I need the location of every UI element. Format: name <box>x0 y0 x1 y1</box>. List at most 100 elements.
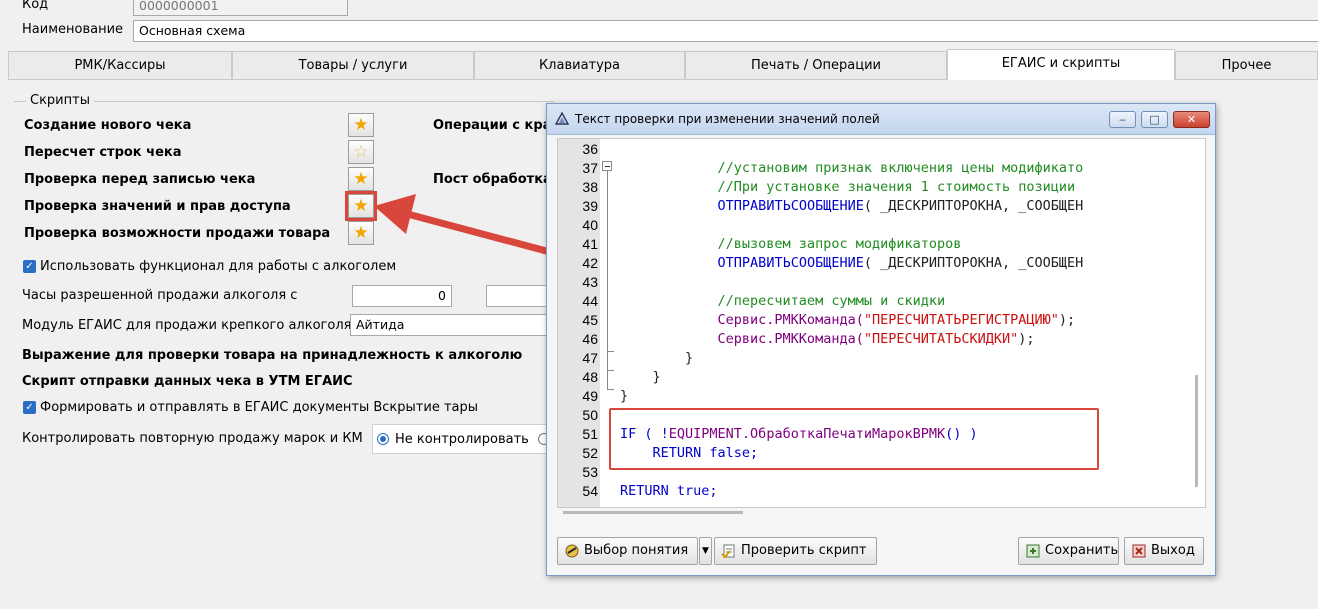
save-label: Сохранить <box>1045 543 1119 558</box>
line-number: 50 <box>582 407 598 423</box>
code-line: 54 RETURN true; <box>558 482 1198 501</box>
code-line: 48 } <box>558 368 1198 387</box>
code-line: 44 //пересчитаем суммы и скидки <box>558 292 1198 311</box>
line-number: 52 <box>582 445 598 461</box>
code-text: ОТПРАВИТЬСООБЩЕНИЕ( _ДЕСКРИПТОРОКНА, _СО… <box>620 254 1084 273</box>
line-number: 44 <box>582 293 598 309</box>
dialog-titlebar[interactable]: Текст проверки при изменении значений по… <box>547 104 1215 135</box>
control-resale-label: Контролировать повторную продажу марок и… <box>22 431 363 446</box>
code-token: ( _ДЕСКРИПТОРОКНА, _СООБЩЕН <box>863 198 1084 214</box>
fold-marker-icon[interactable] <box>602 161 612 171</box>
script-before-write-button[interactable]: ★ <box>348 167 374 191</box>
code-text: //пересчитаем суммы и скидки <box>620 292 946 311</box>
fold-end <box>607 351 614 352</box>
code-token: ( _ДЕСКРИПТОРОКНА, _СООБЩЕН <box>863 255 1084 271</box>
choose-concept-dropdown[interactable]: ▼ <box>699 537 712 565</box>
code-line: 39 ОТПРАВИТЬСООБЩЕНИЕ( _ДЕСКРИПТОРОКНА, … <box>558 197 1198 216</box>
line-number: 36 <box>582 141 598 157</box>
code-token: ); <box>1058 312 1076 328</box>
line-number: 48 <box>582 369 598 385</box>
exit-icon <box>1132 544 1146 557</box>
code-token: "ПЕРЕСЧИТАТЬРЕГИСТРАЦИЮ" <box>863 312 1059 328</box>
script-label-new-check: Создание нового чека <box>24 118 192 133</box>
code-text: } <box>620 387 628 406</box>
name-label: Наименование <box>22 22 124 37</box>
form-docs-label: Формировать и отправлять в ЕГАИС докумен… <box>40 400 479 415</box>
line-number: 41 <box>582 236 598 252</box>
line-number: 40 <box>582 217 598 233</box>
tab-rmk-cashiers[interactable]: РМК/Кассиры <box>8 51 232 79</box>
fold-end <box>607 370 614 371</box>
tab-other[interactable]: Прочее <box>1175 51 1318 79</box>
utm-send-script-label: Скрипт отправки данных чека в УТМ ЕГАИС <box>22 374 353 389</box>
maximize-button[interactable]: □ <box>1141 111 1168 128</box>
code-line: 45 Сервис.РМККоманда("ПЕРЕСЧИТАТЬРЕГИСТР… <box>558 311 1198 330</box>
exit-label: Выход <box>1151 543 1195 558</box>
code-text: RETURN true; <box>620 482 718 501</box>
minimize-button[interactable]: ‒ <box>1109 111 1136 128</box>
egais-module-label: Модуль ЕГАИС для продажи крепкого алкого… <box>22 318 352 333</box>
tab-goods-services[interactable]: Товары / услуги <box>232 51 474 79</box>
tab-keyboard[interactable]: Клавиатура <box>474 51 685 79</box>
use-alcohol-label: Использовать функционал для работы с алк… <box>40 259 397 274</box>
code-token: } <box>620 369 661 385</box>
name-field[interactable]: Основная схема <box>133 20 1318 42</box>
close-button[interactable]: ✕ <box>1173 111 1210 128</box>
star-icon: ★ <box>353 169 369 189</box>
script-editor-dialog: Текст проверки при изменении значений по… <box>546 103 1216 576</box>
script-recalc-lines-button[interactable]: ☆ <box>348 140 374 164</box>
code-token: RETURN true; <box>620 483 718 499</box>
code-token: ОТПРАВИТЬСООБЩЕНИЕ <box>717 198 864 214</box>
alcohol-hours-label: Часы разрешенной продажи алкоголя с <box>22 288 298 303</box>
exit-button[interactable]: Выход <box>1124 537 1204 565</box>
line-number: 49 <box>582 388 598 404</box>
alcohol-hours-from-input[interactable]: 0 <box>352 285 452 307</box>
dialog-title: Текст проверки при изменении значений по… <box>575 112 880 126</box>
code-label: Код <box>22 0 49 12</box>
code-token: } <box>620 388 629 404</box>
choose-concept-button[interactable]: Выбор понятия <box>557 537 698 565</box>
code-line: 36 <box>558 140 1198 159</box>
code-token: //пересчитаем суммы и скидки <box>620 293 946 309</box>
code-line: 46 Сервис.РМККоманда("ПЕРЕСЧИТАТЬСКИДКИ"… <box>558 330 1198 349</box>
horizontal-scrollbar[interactable] <box>563 511 743 514</box>
script-label-post-processing: Пост обработка <box>433 172 552 187</box>
line-number: 42 <box>582 255 598 271</box>
code-text: ОТПРАВИТЬСООБЩЕНИЕ( _ДЕСКРИПТОРОКНА, _СО… <box>620 197 1084 216</box>
code-line: 41 //вызовем запрос модификаторов <box>558 235 1198 254</box>
check-script-icon <box>721 544 735 558</box>
concept-icon <box>565 544 579 557</box>
code-field[interactable]: 0000000001 <box>133 0 348 16</box>
code-token: //При установке значения 1 стоимость поз… <box>620 179 1084 195</box>
code-line: 38 //При установке значения 1 стоимость … <box>558 178 1198 197</box>
tab-egais-scripts[interactable]: ЕГАИС и скрипты <box>947 49 1175 80</box>
line-number: 53 <box>582 464 598 480</box>
tab-print-operations[interactable]: Печать / Операции <box>685 51 947 79</box>
script-label-recalc-lines: Пересчет строк чека <box>24 145 182 160</box>
fold-end <box>607 389 614 390</box>
code-text: Сервис.РМККоманда("ПЕРЕСЧИТАТЬСКИДКИ"); <box>620 330 1035 349</box>
script-label-before-write: Проверка перед записью чека <box>24 172 256 187</box>
code-text: } <box>620 368 661 387</box>
vertical-scrollbar[interactable] <box>1195 375 1198 487</box>
highlight-box <box>609 408 1099 470</box>
code-line: 37 //установим признак включения цены мо… <box>558 159 1198 178</box>
line-number: 54 <box>582 483 598 499</box>
save-button[interactable]: Сохранить <box>1018 537 1119 565</box>
script-label-operations: Операции с кра <box>433 118 552 133</box>
tab-bar: РМК/Кассиры Товары / услуги Клавиатура П… <box>8 49 1318 80</box>
code-token: //установим признак включения цены модиф… <box>620 160 1084 176</box>
line-number: 37 <box>582 160 598 176</box>
code-line: 43 <box>558 273 1198 292</box>
code-line: 42 ОТПРАВИТЬСООБЩЕНИЕ( _ДЕСКРИПТОРОКНА, … <box>558 254 1198 273</box>
alcohol-expr-label: Выражение для проверки товара на принадл… <box>22 348 523 363</box>
egais-module-select[interactable]: Айтида <box>350 314 555 336</box>
scripts-group-title: Скрипты <box>26 93 94 108</box>
script-new-check-button[interactable]: ★ <box>348 113 374 137</box>
code-editor[interactable]: 36 37 //установим признак включения цены … <box>557 138 1206 508</box>
no-control-radio[interactable] <box>377 433 389 445</box>
form-docs-checkbox[interactable]: ✓ <box>23 401 36 414</box>
check-script-button[interactable]: Проверить скрипт <box>714 537 877 565</box>
use-alcohol-checkbox[interactable]: ✓ <box>23 260 36 273</box>
